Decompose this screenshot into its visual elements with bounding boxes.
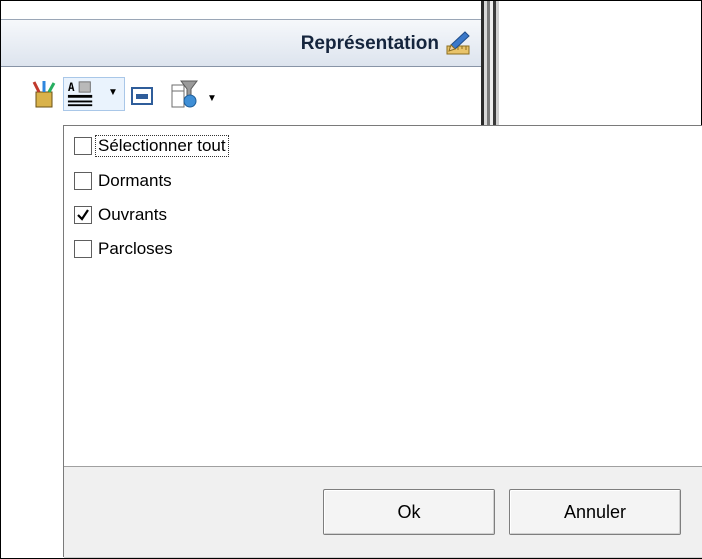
checkbox-parcloses[interactable] <box>74 240 92 258</box>
list-item-parcloses[interactable]: Parcloses <box>74 235 173 263</box>
panel-header: Représentation <box>1 19 481 67</box>
text-format-icon: A <box>67 81 93 107</box>
checkmark-icon <box>77 209 89 221</box>
screen-frame: Représentation A ▼ ▼ Sélectionner tout D… <box>0 0 702 559</box>
item-label: Sélectionner tout <box>95 135 229 157</box>
panel-title: Représentation <box>300 33 439 54</box>
checkbox-ouvrants[interactable] <box>74 206 92 224</box>
toolbar: A ▼ ▼ <box>1 67 481 125</box>
item-label: Ouvrants <box>98 205 167 224</box>
checkbox-dormants[interactable] <box>74 172 92 190</box>
svg-text:A: A <box>68 81 75 94</box>
ruler-pencil-icon[interactable] <box>445 30 471 56</box>
cancel-button[interactable]: Annuler <box>509 489 681 535</box>
representation-panel: Représentation A ▼ ▼ <box>1 1 481 129</box>
text-format-button[interactable]: A ▼ <box>63 77 125 111</box>
item-label: Parcloses <box>98 239 173 258</box>
list-item-ouvrants[interactable]: Ouvrants <box>74 201 167 229</box>
popup-footer: Ok Annuler <box>64 466 702 557</box>
ok-button[interactable]: Ok <box>323 489 495 535</box>
list-item-select-all[interactable]: Sélectionner tout <box>74 132 229 160</box>
filter-icon[interactable] <box>171 79 201 109</box>
splitter[interactable] <box>481 1 499 129</box>
checkbox-list: Sélectionner tout Dormants Ouvrants Parc… <box>64 126 702 466</box>
frame-icon[interactable] <box>131 85 153 107</box>
chevron-down-icon[interactable]: ▼ <box>207 93 217 104</box>
item-label: Dormants <box>98 171 172 190</box>
list-item-dormants[interactable]: Dormants <box>74 167 172 195</box>
chevron-down-icon[interactable]: ▼ <box>108 87 118 98</box>
selection-popup: Sélectionner tout Dormants Ouvrants Parc… <box>63 125 702 557</box>
checkbox-select-all[interactable] <box>74 137 92 155</box>
paint-brushes-icon[interactable] <box>31 80 57 108</box>
